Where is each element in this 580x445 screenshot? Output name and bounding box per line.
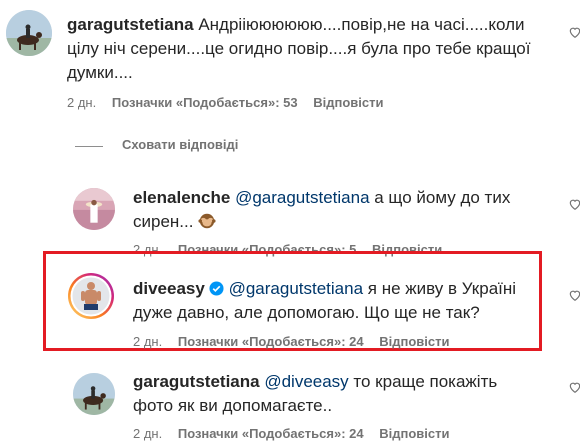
verified-badge-icon bbox=[209, 281, 224, 296]
comment-time[interactable]: 2 дн. bbox=[133, 334, 162, 349]
like-heart-icon[interactable] bbox=[568, 380, 580, 394]
comment-text: diveeasy @garagutstetiana я не живу в Ук… bbox=[133, 277, 533, 325]
mention-link[interactable]: @garagutstetiana bbox=[235, 188, 369, 207]
comment-text: garagutstetiana @diveeasy то краще покаж… bbox=[133, 370, 533, 418]
comment-time[interactable]: 2 дн. bbox=[67, 95, 96, 110]
avatar[interactable] bbox=[67, 272, 115, 320]
avatar[interactable] bbox=[6, 10, 52, 56]
comment-meta: 2 дн. Позначки «Подобається»: 53 Відпові… bbox=[67, 95, 396, 111]
pink-field-avatar-icon bbox=[73, 188, 115, 230]
comment-time[interactable]: 2 дн. bbox=[133, 426, 162, 441]
avatar[interactable] bbox=[73, 188, 115, 230]
comment-username[interactable]: elenalenche bbox=[133, 188, 230, 207]
mention-link[interactable]: @diveeasy bbox=[264, 372, 348, 391]
reply-button[interactable]: Відповісти bbox=[379, 426, 449, 441]
likes-count[interactable]: Позначки «Подобається»: 24 bbox=[178, 334, 364, 349]
comment-meta: 2 дн. Позначки «Подобається»: 24 Відпові… bbox=[133, 334, 462, 350]
horse-rider-avatar-icon bbox=[73, 373, 115, 415]
mention-link[interactable]: @garagutstetiana bbox=[229, 279, 363, 298]
comment-username[interactable]: garagutstetiana bbox=[133, 372, 260, 391]
likes-count[interactable]: Позначки «Подобається»: 24 bbox=[178, 426, 364, 441]
like-heart-icon[interactable] bbox=[568, 197, 580, 211]
see-no-evil-monkey-icon bbox=[198, 213, 216, 229]
like-heart-icon[interactable] bbox=[568, 288, 580, 302]
like-heart-icon[interactable] bbox=[568, 25, 580, 39]
hide-replies-label: Сховати відповіді bbox=[122, 137, 239, 152]
likes-count[interactable]: Позначки «Подобається»: 53 bbox=[112, 95, 298, 110]
comment-username[interactable]: garagutstetiana bbox=[67, 15, 194, 34]
reply-button[interactable]: Відповісти bbox=[379, 334, 449, 349]
reply-button[interactable]: Відповісти bbox=[313, 95, 383, 110]
diver-avatar-with-story-ring-icon bbox=[68, 273, 114, 319]
horse-rider-avatar-icon bbox=[6, 10, 52, 56]
comment-username[interactable]: diveeasy bbox=[133, 279, 205, 298]
avatar[interactable] bbox=[73, 373, 115, 415]
comment-text: elenalenche @garagutstetiana а що йому д… bbox=[133, 186, 533, 234]
comment-meta: 2 дн. Позначки «Подобається»: 24 Відпові… bbox=[133, 426, 462, 442]
divider bbox=[75, 146, 103, 147]
comment-text: garagutstetiana Андрііюююююю....повір,не… bbox=[67, 13, 557, 85]
